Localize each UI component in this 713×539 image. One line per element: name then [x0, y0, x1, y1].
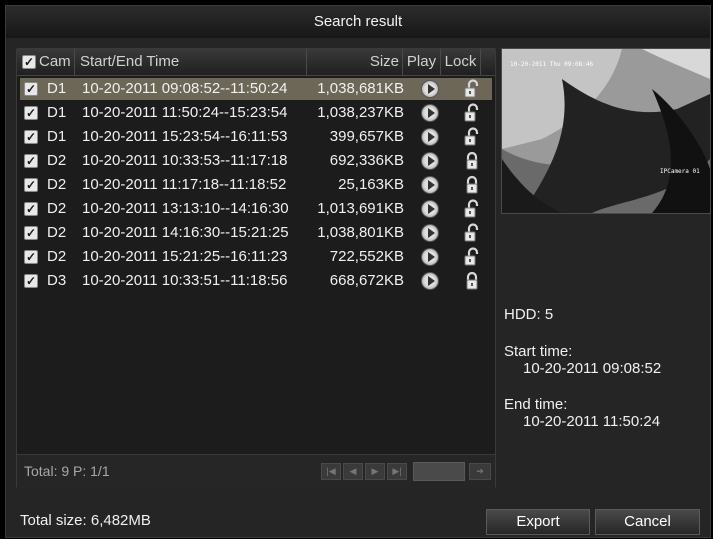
row-time: 10-20-2011 10:33:51--11:18:56: [82, 272, 288, 289]
row-size: 668,672KB: [329, 272, 404, 289]
play-icon[interactable]: [421, 176, 439, 194]
play-icon[interactable]: [421, 272, 439, 290]
row-cam: D2: [47, 176, 67, 193]
row-size: 692,336KB: [329, 152, 404, 169]
total-size: Total size: 6,482MB: [20, 512, 151, 529]
start-time-value: 10-20-2011 09:08:52: [523, 360, 662, 377]
table-row[interactable]: ✓ D2 10-20-2011 10:33:53--11:17:18 692,336K…: [20, 150, 492, 172]
lock-closed-icon[interactable]: [462, 175, 482, 195]
video-preview: 10-20-2011 Thu 09:08:46 IPCamera 01: [501, 48, 711, 214]
row-size: 1,038,237KB: [317, 104, 404, 121]
row-cam: D1: [47, 104, 67, 121]
row-time: 10-20-2011 13:13:10--14:16:30: [82, 200, 289, 217]
header-size[interactable]: Size: [307, 49, 403, 75]
osd-camera-name: IPCamera 01: [660, 168, 700, 175]
last-page-button[interactable]: ▶|: [387, 463, 407, 480]
row-cam: D2: [47, 248, 67, 265]
row-checkbox[interactable]: ✓: [24, 274, 38, 288]
header-play: Play: [403, 49, 441, 75]
row-size: 1,038,681KB: [317, 80, 404, 97]
start-time-label: Start time:: [504, 343, 573, 360]
osd-timestamp: 10-20-2011 Thu 09:08:46: [510, 61, 593, 68]
play-icon[interactable]: [421, 80, 439, 98]
row-cam: D2: [47, 224, 67, 241]
row-size: 722,552KB: [329, 248, 404, 265]
page-number-input[interactable]: [413, 462, 465, 481]
table-header: ✓ Cam Start/End Time Size Play Lock: [17, 49, 495, 76]
prev-page-button[interactable]: ◀: [343, 463, 363, 480]
row-cam: D3: [47, 272, 67, 289]
row-time: 10-20-2011 14:16:30--15:21:25: [82, 224, 289, 241]
lock-open-icon[interactable]: [462, 103, 482, 123]
lock-closed-icon[interactable]: [462, 151, 482, 171]
row-checkbox[interactable]: ✓: [24, 226, 38, 240]
select-all-checkbox[interactable]: ✓: [22, 55, 36, 69]
dialog-footer: Total size: 6,482MB Export Cancel: [6, 496, 710, 537]
end-time-label: End time:: [504, 396, 568, 413]
table-row[interactable]: ✓ D2 10-20-2011 14:16:30--15:21:25 1,038,80…: [20, 222, 492, 244]
pagination-bar: Total: 9 P: 1/1 |◀ ◀ ▶ ▶| ➔: [17, 454, 495, 488]
header-cam[interactable]: ✓ Cam: [17, 49, 75, 75]
lock-closed-icon[interactable]: [462, 271, 482, 291]
header-lock: Lock: [441, 49, 481, 75]
next-page-button[interactable]: ▶: [365, 463, 385, 480]
header-time[interactable]: Start/End Time: [75, 49, 307, 75]
table-row[interactable]: ✓ D2 10-20-2011 11:17:18--11:18:52 25,163KB: [20, 174, 492, 196]
export-button[interactable]: Export: [486, 509, 590, 535]
row-time: 10-20-2011 09:08:52--11:50:24: [82, 80, 288, 97]
row-time: 10-20-2011 15:21:25--16:11:23: [82, 248, 288, 265]
play-icon[interactable]: [421, 200, 439, 218]
lock-open-icon[interactable]: [462, 79, 482, 99]
row-size: 399,657KB: [329, 128, 404, 145]
row-cam: D1: [47, 80, 67, 97]
go-page-button[interactable]: ➔: [469, 463, 491, 480]
row-checkbox[interactable]: ✓: [24, 178, 38, 192]
row-checkbox[interactable]: ✓: [24, 250, 38, 264]
row-cam: D2: [47, 200, 67, 217]
play-icon[interactable]: [421, 152, 439, 170]
row-time: 10-20-2011 11:17:18--11:18:52: [82, 176, 287, 193]
row-checkbox[interactable]: ✓: [24, 106, 38, 120]
table-row[interactable]: ✓ D2 10-20-2011 15:21:25--16:11:23 722,552K…: [20, 246, 492, 268]
row-cam: D2: [47, 152, 67, 169]
play-icon[interactable]: [421, 104, 439, 122]
lock-open-icon[interactable]: [462, 199, 482, 219]
dialog-title: Search result: [6, 6, 710, 38]
row-checkbox[interactable]: ✓: [24, 202, 38, 216]
lock-open-icon[interactable]: [462, 127, 482, 147]
row-checkbox[interactable]: ✓: [24, 154, 38, 168]
table-row[interactable]: ✓ D1 10-20-2011 09:08:52--11:50:24 1,038,68…: [20, 78, 492, 100]
preview-image: 10-20-2011 Thu 09:08:46 IPCamera 01: [502, 49, 710, 213]
row-size: 1,013,691KB: [317, 200, 404, 217]
row-time: 10-20-2011 11:50:24--15:23:54: [82, 104, 288, 121]
row-checkbox[interactable]: ✓: [24, 130, 38, 144]
table-row[interactable]: ✓ D2 10-20-2011 13:13:10--14:16:30 1,013,69…: [20, 198, 492, 220]
cancel-button[interactable]: Cancel: [595, 509, 700, 535]
play-icon[interactable]: [421, 224, 439, 242]
search-result-dialog: Search result ✓ Cam Start/End Time Size …: [5, 5, 711, 538]
lock-open-icon[interactable]: [462, 247, 482, 267]
row-time: 10-20-2011 15:23:54--16:11:53: [82, 128, 288, 145]
table-row[interactable]: ✓ D3 10-20-2011 10:33:51--11:18:56 668,672K…: [20, 270, 492, 292]
results-table: ✓ Cam Start/End Time Size Play Lock ✓ D1 1…: [16, 48, 496, 488]
row-cam: D1: [47, 128, 67, 145]
row-time: 10-20-2011 10:33:53--11:17:18: [82, 152, 288, 169]
play-icon[interactable]: [421, 248, 439, 266]
play-icon[interactable]: [421, 128, 439, 146]
lock-open-icon[interactable]: [462, 223, 482, 243]
table-row[interactable]: ✓ D1 10-20-2011 15:23:54--16:11:53 399,657K…: [20, 126, 492, 148]
hdd-info: HDD: 5: [504, 306, 554, 323]
end-time-value: 10-20-2011 11:50:24: [523, 413, 661, 430]
total-count: Total: 9 P: 1/1: [24, 463, 110, 479]
table-row[interactable]: ✓ D1 10-20-2011 11:50:24--15:23:54 1,038,23…: [20, 102, 492, 124]
row-size: 1,038,801KB: [317, 224, 404, 241]
first-page-button[interactable]: |◀: [321, 463, 341, 480]
row-checkbox[interactable]: ✓: [24, 82, 38, 96]
row-size: 25,163KB: [338, 176, 404, 193]
